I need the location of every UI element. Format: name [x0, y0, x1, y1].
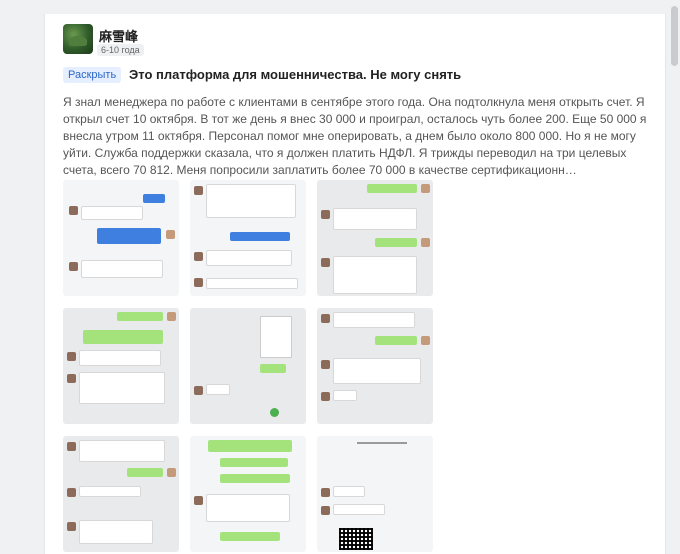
- qr-screenshot-9[interactable]: [317, 436, 433, 552]
- chat-avatar: [321, 360, 330, 369]
- chat-avatar: [321, 258, 330, 267]
- chat-bubble: [333, 504, 385, 515]
- chat-avatar: [69, 262, 78, 271]
- chat-bubble: [333, 390, 357, 401]
- app-screenshot-5[interactable]: [190, 308, 306, 424]
- chat-avatar: [421, 184, 430, 193]
- chat-bubble: [206, 384, 230, 395]
- chat-bubble: [83, 330, 163, 344]
- chat-avatar: [167, 468, 176, 477]
- chat-avatar: [421, 238, 430, 247]
- post-card: 麻雪峰 6-10 года Раскрыть Это платформа для…: [44, 14, 666, 554]
- expand-button[interactable]: Раскрыть: [63, 67, 122, 83]
- chat-screenshot-2[interactable]: [190, 180, 306, 296]
- chat-avatar: [194, 496, 203, 505]
- chat-bubble: [333, 486, 365, 497]
- status-icon: [270, 408, 279, 417]
- chat-avatar: [67, 374, 76, 383]
- chat-screenshot-8[interactable]: [190, 436, 306, 552]
- chat-bubble: [206, 250, 292, 266]
- chat-bubble: [143, 194, 165, 203]
- chat-screenshot-6[interactable]: [317, 308, 433, 424]
- text-line: [357, 442, 407, 444]
- post-title[interactable]: Это платформа для мошенничества. Не могу…: [129, 67, 461, 82]
- chat-bubble: [333, 208, 417, 230]
- chat-bubble: [79, 486, 141, 497]
- chat-bubble: [375, 336, 417, 345]
- post-date: 6-10 года: [97, 44, 144, 56]
- scrollbar-thumb[interactable]: [671, 6, 678, 66]
- chat-screenshot-1[interactable]: [63, 180, 179, 296]
- phone-screenshot: [260, 316, 292, 358]
- chat-avatar: [166, 230, 175, 239]
- chat-avatar: [194, 386, 203, 395]
- chat-avatar: [421, 336, 430, 345]
- chat-bubble: [333, 312, 415, 328]
- chat-bubble: [127, 468, 163, 477]
- chat-avatar: [321, 488, 330, 497]
- chat-avatar: [67, 488, 76, 497]
- chat-bubble: [206, 278, 298, 289]
- chat-avatar: [67, 442, 76, 451]
- image-grid: [63, 180, 435, 554]
- chat-avatar: [194, 278, 203, 287]
- avatar[interactable]: [63, 24, 93, 54]
- chat-screenshot-4[interactable]: [63, 308, 179, 424]
- chat-bubble: [230, 232, 290, 241]
- qr-code: [339, 528, 373, 550]
- chat-avatar: [167, 312, 176, 321]
- chat-bubble: [79, 520, 153, 544]
- chat-avatar: [321, 210, 330, 219]
- chat-bubble: [81, 206, 143, 220]
- chat-bubble: [375, 238, 417, 247]
- chat-bubble: [220, 458, 288, 467]
- chat-avatar: [194, 186, 203, 195]
- chat-bubble: [79, 350, 161, 366]
- chat-bubble: [206, 184, 296, 218]
- chat-screenshot-3[interactable]: [317, 180, 433, 296]
- chat-bubble: [333, 358, 421, 384]
- post-body[interactable]: Я знал менеджера по работе с клиентами в…: [63, 94, 659, 179]
- chat-avatar: [321, 506, 330, 515]
- chat-bubble: [81, 260, 163, 278]
- chat-avatar: [67, 522, 76, 531]
- chat-bubble: [367, 184, 417, 193]
- chat-avatar: [194, 252, 203, 261]
- chat-avatar: [67, 352, 76, 361]
- chat-screenshot-7[interactable]: [63, 436, 179, 552]
- chat-bubble: [208, 440, 292, 452]
- chat-bubble: [260, 364, 286, 373]
- chat-bubble: [206, 494, 290, 522]
- chat-bubble: [97, 228, 161, 244]
- chat-bubble: [220, 474, 290, 483]
- chat-avatar: [321, 392, 330, 401]
- chat-bubble: [79, 372, 165, 404]
- chat-bubble: [79, 440, 165, 462]
- chat-bubble: [333, 256, 417, 294]
- chat-avatar: [69, 206, 78, 215]
- scrollbar[interactable]: [668, 0, 680, 542]
- chat-bubble: [220, 532, 280, 541]
- chat-bubble: [117, 312, 163, 321]
- chat-avatar: [321, 314, 330, 323]
- user-name[interactable]: 麻雪峰: [99, 26, 138, 45]
